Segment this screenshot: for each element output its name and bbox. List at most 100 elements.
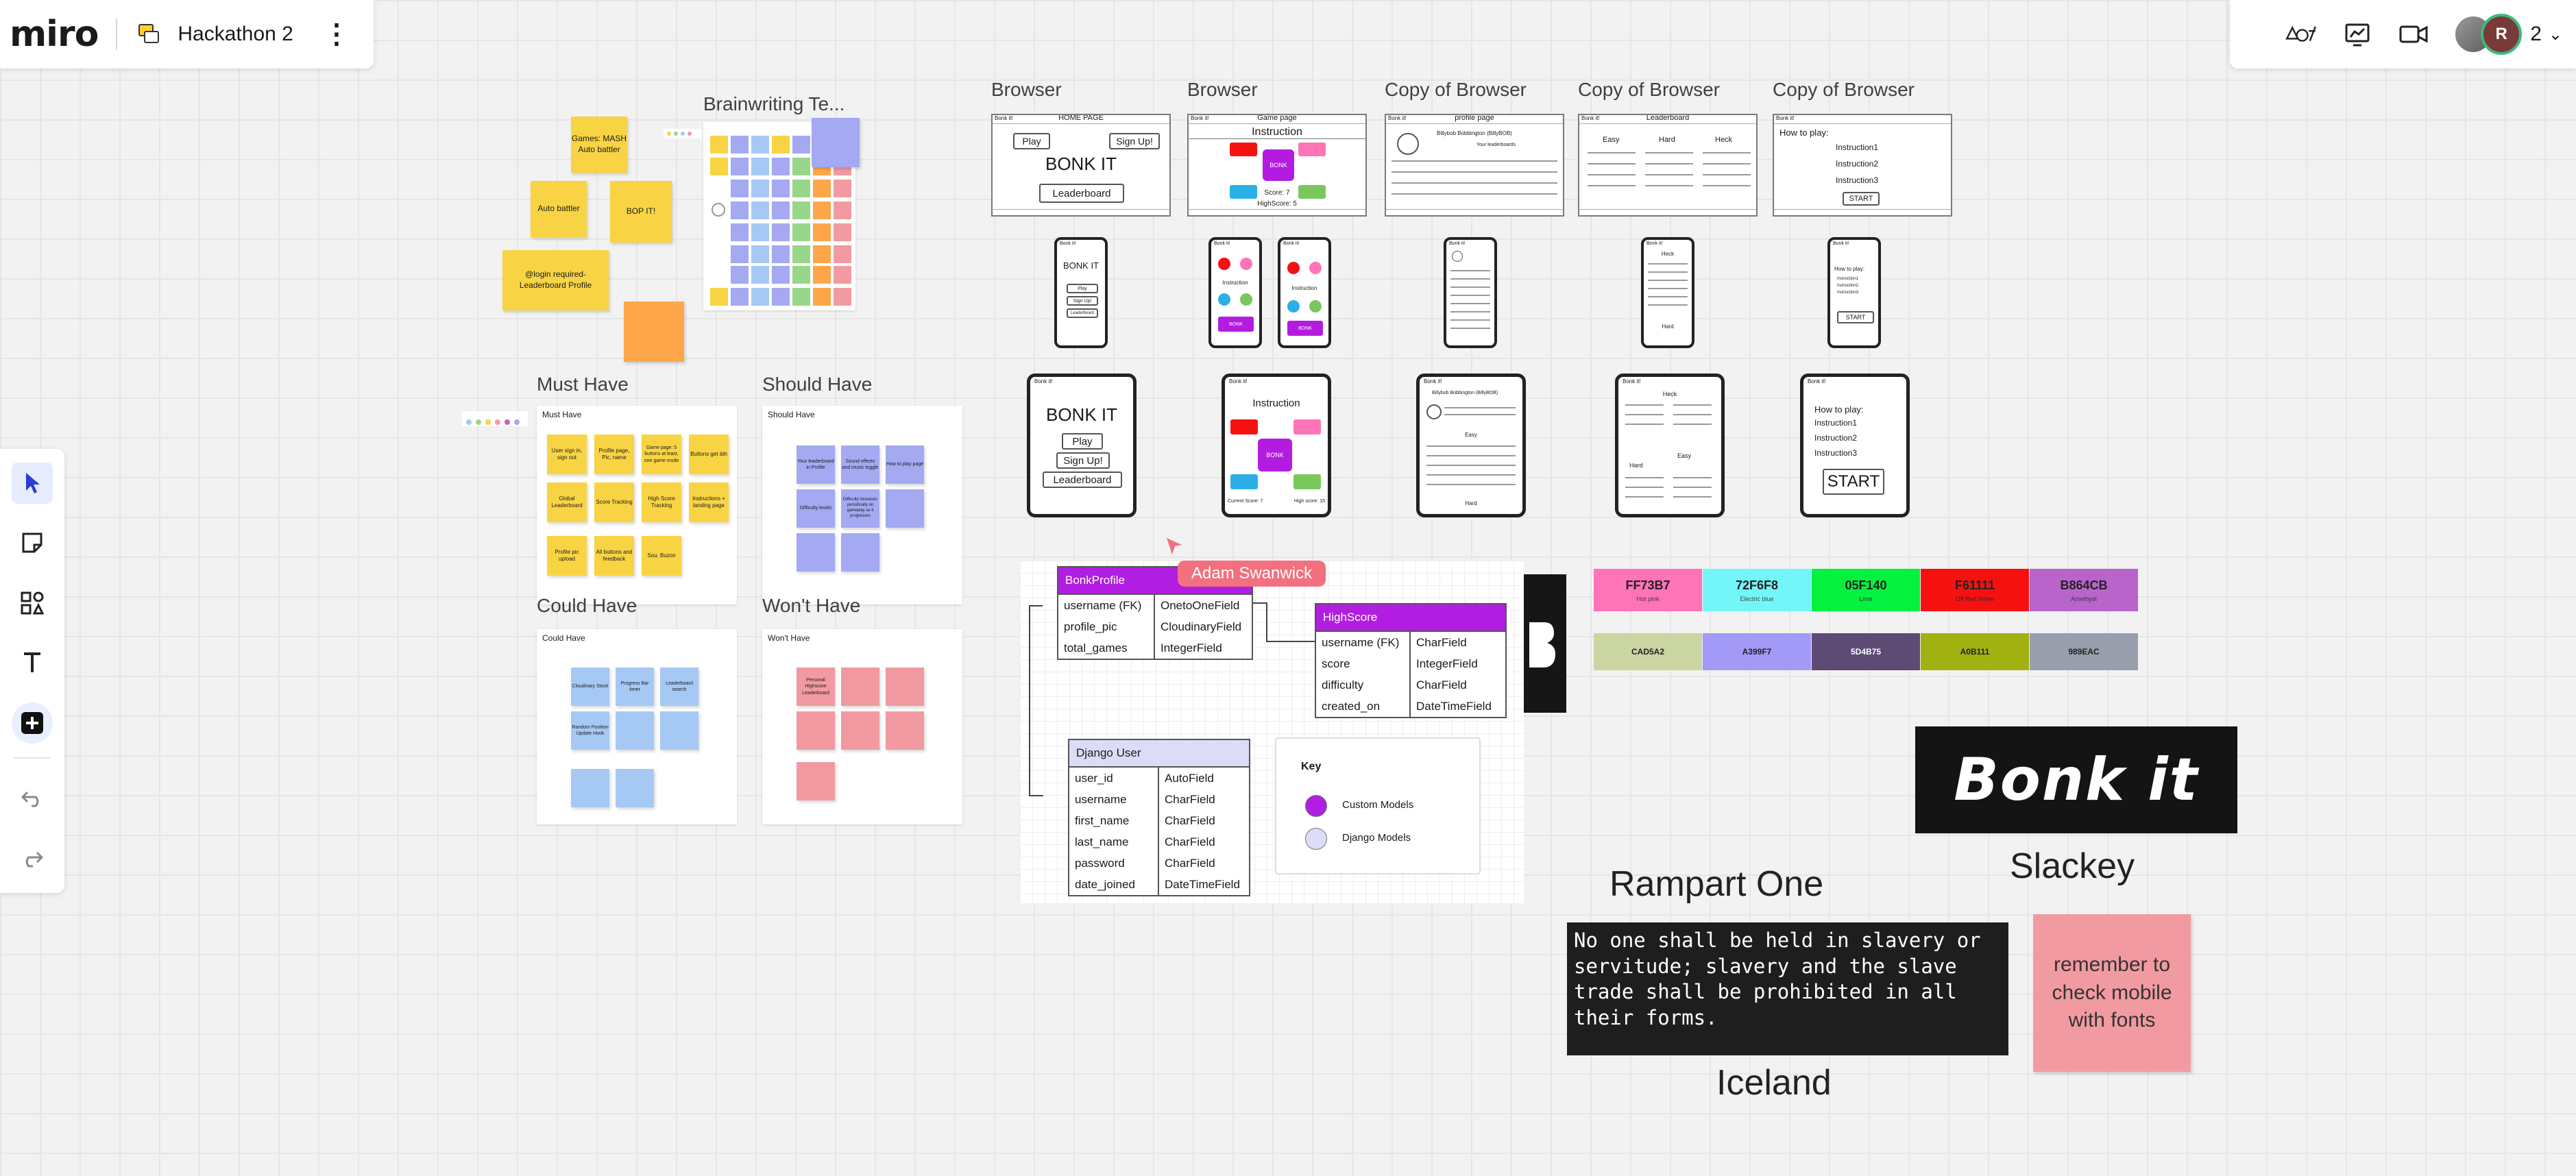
- sticky-note[interactable]: Auto battler: [531, 181, 587, 237]
- sticky-note[interactable]: How to play page: [886, 445, 924, 484]
- should-have-frame[interactable]: Should Have Your leaderboard in Profile …: [762, 406, 962, 604]
- sticky-note[interactable]: User sign in, sign out: [547, 434, 587, 474]
- leaderboard-button[interactable]: Leaderboard: [1067, 308, 1098, 318]
- sticky-note[interactable]: Personal Highscore Leaderboard: [797, 667, 835, 706]
- howto-desktop-wireframe[interactable]: Bonk it! How to play: Instruction1 Instr…: [1773, 114, 1952, 217]
- start-button[interactable]: START: [1837, 311, 1874, 323]
- color-swatch[interactable]: CAD5A2: [1594, 633, 1702, 670]
- sticky-note[interactable]: High Score Tracking: [642, 482, 681, 522]
- color-swatch[interactable]: 05F140 Lime: [1812, 569, 1920, 611]
- sticky-note[interactable]: Leaderboard search: [660, 667, 698, 706]
- sticky-note[interactable]: Difficulty levels: [797, 489, 835, 528]
- undo-icon[interactable]: [12, 778, 53, 819]
- text-tool-icon[interactable]: [12, 642, 53, 683]
- miro-logo[interactable]: miro: [10, 14, 99, 55]
- sticky-note[interactable]: [841, 711, 879, 750]
- sticky-note[interactable]: Profile pic upload: [547, 536, 587, 576]
- sticky-note[interactable]: [841, 533, 879, 572]
- sticky-note[interactable]: [616, 769, 654, 807]
- font-label-slackey[interactable]: Slackey: [2010, 846, 2135, 887]
- sticky-note[interactable]: Random Position Update Hook: [571, 711, 609, 750]
- profile-tablet-wireframe[interactable]: Bonk it! Billybob Bobbington (BillyBOB) …: [1416, 373, 1526, 517]
- color-swatch[interactable]: 72F6F8 Electric blue: [1703, 569, 1811, 611]
- sticky-note[interactable]: Progress Bar timer: [616, 667, 654, 706]
- sign-up-button[interactable]: Sign Up!: [1067, 296, 1098, 306]
- frame-title[interactable]: Browser: [991, 79, 1062, 101]
- color-swatch[interactable]: 5D4B75: [1812, 633, 1920, 670]
- sticky-note[interactable]: [886, 711, 924, 750]
- sticky-note[interactable]: [841, 667, 879, 706]
- sticky-note[interactable]: Your leaderboard in Profile: [797, 445, 835, 484]
- sticky-note[interactable]: [797, 762, 835, 800]
- board-name[interactable]: Hackathon 2: [178, 23, 293, 46]
- game-tablet-wireframe[interactable]: Bonk it! Instruction BONK Current Score:…: [1222, 373, 1331, 517]
- django-user-table[interactable]: Django User user_id AutoField username Cha…: [1068, 739, 1250, 896]
- bonk-it-logo[interactable]: Bonk it: [1915, 726, 2237, 833]
- frame-title[interactable]: Could Have: [537, 595, 637, 617]
- bonk-button[interactable]: BONK: [1218, 317, 1254, 332]
- sticky-note[interactable]: Profile page, Pic, name: [594, 434, 634, 474]
- chevron-down-icon[interactable]: ⌄: [2549, 25, 2562, 45]
- must-have-frame[interactable]: Must Have User sign in, sign out Profile…: [537, 406, 737, 604]
- leaderboard-button[interactable]: Leaderboard: [1043, 471, 1122, 488]
- frame-title[interactable]: Brainwriting Te...: [703, 93, 845, 115]
- color-swatch[interactable]: FF73B7 Hot pink: [1594, 569, 1702, 611]
- sticky-note[interactable]: [660, 711, 698, 750]
- sticky-note[interactable]: Buttons get àth: [689, 434, 729, 474]
- sticky-note[interactable]: [624, 302, 684, 362]
- leaderboard-tablet-wireframe[interactable]: Bonk it! Heck Easy Hard: [1615, 373, 1725, 517]
- bonk-button[interactable]: BONK: [1287, 321, 1323, 336]
- color-swatch[interactable]: A0B111: [1921, 633, 2029, 670]
- reminder-sticky-note[interactable]: remember to check mobile with fonts: [2033, 914, 2191, 1072]
- color-swatch[interactable]: F61111 Off Red White: [1921, 569, 2029, 611]
- erd-board[interactable]: BonkProfile username (FK) OnetoOneField p…: [1020, 561, 1524, 903]
- sticky-note[interactable]: [797, 533, 835, 572]
- sticky-note[interactable]: All buttons and feedback: [594, 536, 634, 576]
- sticky-note-tool-icon[interactable]: [12, 522, 53, 563]
- video-call-icon[interactable]: [2397, 18, 2430, 51]
- home-desktop-wireframe[interactable]: Bonk it! HOME PAGE Play Sign Up! BONK IT…: [991, 114, 1171, 217]
- howto-tablet-wireframe[interactable]: Bonk it! How to play: Instruction1 Instr…: [1800, 373, 1910, 517]
- sticky-note[interactable]: [571, 769, 609, 807]
- sticky-note[interactable]: BOP IT!: [610, 181, 672, 243]
- color-swatch[interactable]: 989EAC: [2030, 633, 2138, 670]
- frame-title[interactable]: Must Have: [537, 373, 629, 395]
- frame-title[interactable]: Won't Have: [762, 595, 860, 617]
- leaderboard-desktop-wireframe[interactable]: Bonk it! Leaderboard Easy Hard Heck: [1578, 114, 1758, 217]
- sticky-note[interactable]: Game page: 5 buttons at least, one game …: [642, 434, 681, 474]
- leaderboard-mobile-wireframe[interactable]: Bonk it! Heck Hard: [1641, 237, 1694, 348]
- profile-mobile-wireframe[interactable]: Bonk it!: [1444, 237, 1497, 348]
- game-button-red[interactable]: [1230, 143, 1257, 156]
- sticky-note[interactable]: [797, 711, 835, 750]
- presentation-icon[interactable]: [2341, 18, 2374, 51]
- sticky-note[interactable]: Cloudinary Stock: [571, 667, 609, 706]
- participants[interactable]: R 2 ⌄: [2453, 14, 2562, 55]
- color-swatch[interactable]: A399F7: [1703, 633, 1811, 670]
- sticky-note[interactable]: [812, 118, 860, 167]
- color-swatch[interactable]: B864CB Amethyst: [2030, 569, 2138, 611]
- start-button[interactable]: START: [1823, 469, 1884, 495]
- game-desktop-wireframe[interactable]: Bonk it! Game page Instruction BONK Scor…: [1187, 114, 1367, 217]
- could-have-frame[interactable]: Could Have Cloudinary Stock Progress Bar…: [537, 629, 737, 824]
- bonk-button[interactable]: BONK: [1258, 439, 1292, 471]
- game-mobile-wireframe[interactable]: Bonk it! Instruction BONK: [1208, 237, 1262, 348]
- play-button[interactable]: Play: [1067, 284, 1098, 293]
- play-button[interactable]: Play: [1062, 433, 1103, 450]
- game-button-pink[interactable]: [1298, 143, 1326, 156]
- sticky-note[interactable]: Score Tracking: [594, 482, 634, 522]
- highscore-table[interactable]: HighScore username (FK) CharField score In…: [1315, 603, 1507, 718]
- logo-image-fragment[interactable]: [1524, 574, 1566, 713]
- start-button[interactable]: START: [1843, 192, 1880, 206]
- more-options-icon[interactable]: ⋮: [323, 21, 350, 48]
- sticky-note[interactable]: Instructions + landing page: [689, 482, 729, 522]
- redo-icon[interactable]: [12, 838, 53, 879]
- font-sample-text[interactable]: No one shall be held in slavery or servi…: [1567, 922, 2008, 1055]
- sticky-note[interactable]: [886, 489, 924, 528]
- font-label-iceland[interactable]: Iceland: [1716, 1062, 1832, 1103]
- avatar[interactable]: R: [2481, 14, 2523, 55]
- howto-mobile-wireframe[interactable]: Bonk it! How to play: Instruction1 Instr…: [1827, 237, 1881, 348]
- select-tool-icon[interactable]: [12, 463, 53, 504]
- frame-title[interactable]: Copy of Browser: [1578, 79, 1720, 101]
- sticky-note[interactable]: Games: MASH Auto battler: [571, 117, 627, 173]
- sticky-note[interactable]: @login required- Leaderboard Profile: [502, 250, 609, 310]
